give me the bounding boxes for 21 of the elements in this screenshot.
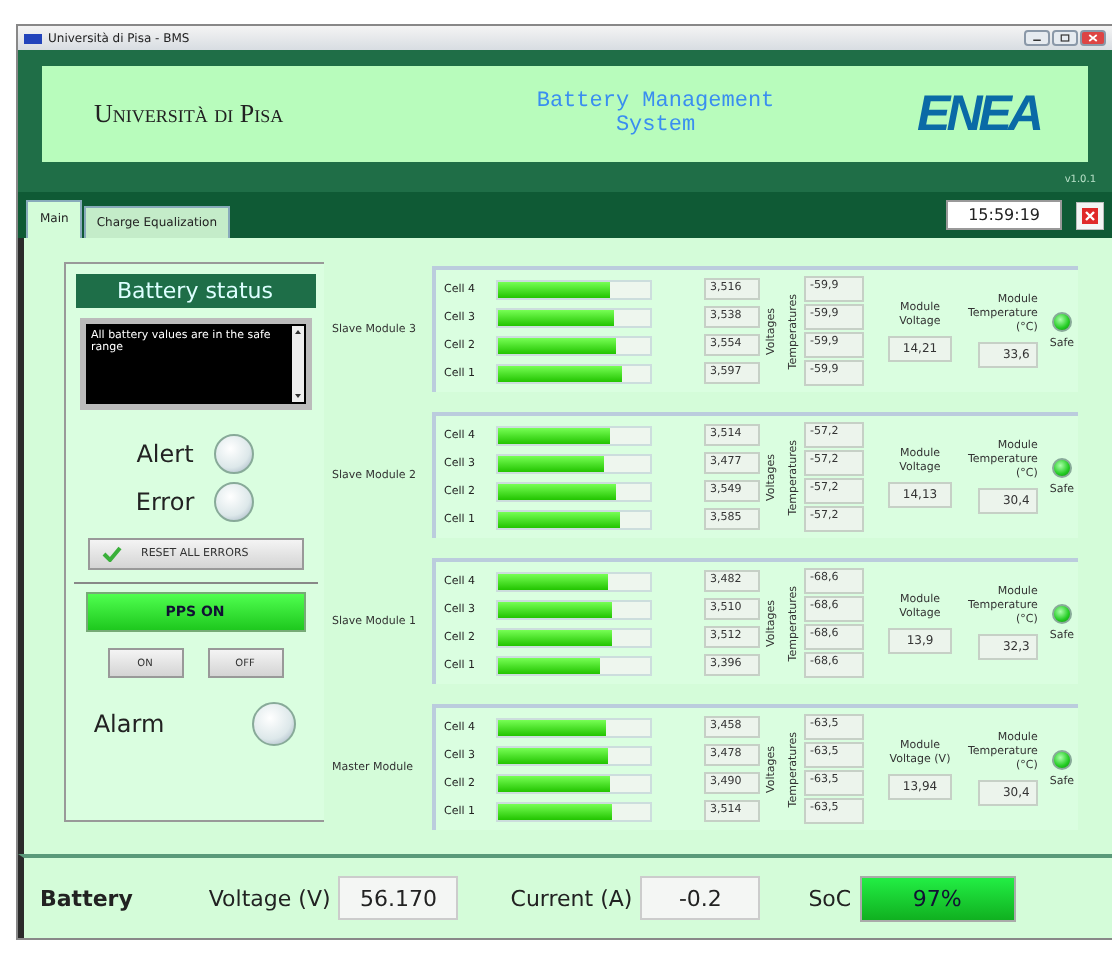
app-title: Battery Management System — [534, 90, 777, 138]
soc-meter: 97% — [859, 875, 1016, 921]
app-icon — [24, 33, 42, 43]
university-name: Università di Pisa — [94, 98, 286, 130]
indicator-label: Alert — [136, 440, 194, 468]
close-button[interactable] — [1080, 30, 1106, 46]
alarm-label: Alarm — [93, 710, 165, 738]
maximize-button[interactable] — [1052, 30, 1078, 46]
clock: 15:59:19 — [946, 200, 1062, 230]
battery-current: -0.2 — [640, 876, 761, 920]
voltage-label: Voltage (V) — [208, 885, 331, 911]
battery-label: Battery — [40, 885, 133, 911]
soc-label: SoC — [808, 885, 852, 911]
scrollbar-icon — [291, 326, 303, 402]
checkmark-icon — [101, 546, 121, 562]
current-label: Current (A) — [510, 885, 633, 911]
logo: ENEA — [917, 85, 1040, 143]
close-icon[interactable] — [1076, 201, 1104, 229]
indicator-label: Error — [135, 488, 195, 516]
status-title: Battery status — [75, 274, 315, 308]
battery-voltage: 56.170 — [338, 876, 459, 920]
